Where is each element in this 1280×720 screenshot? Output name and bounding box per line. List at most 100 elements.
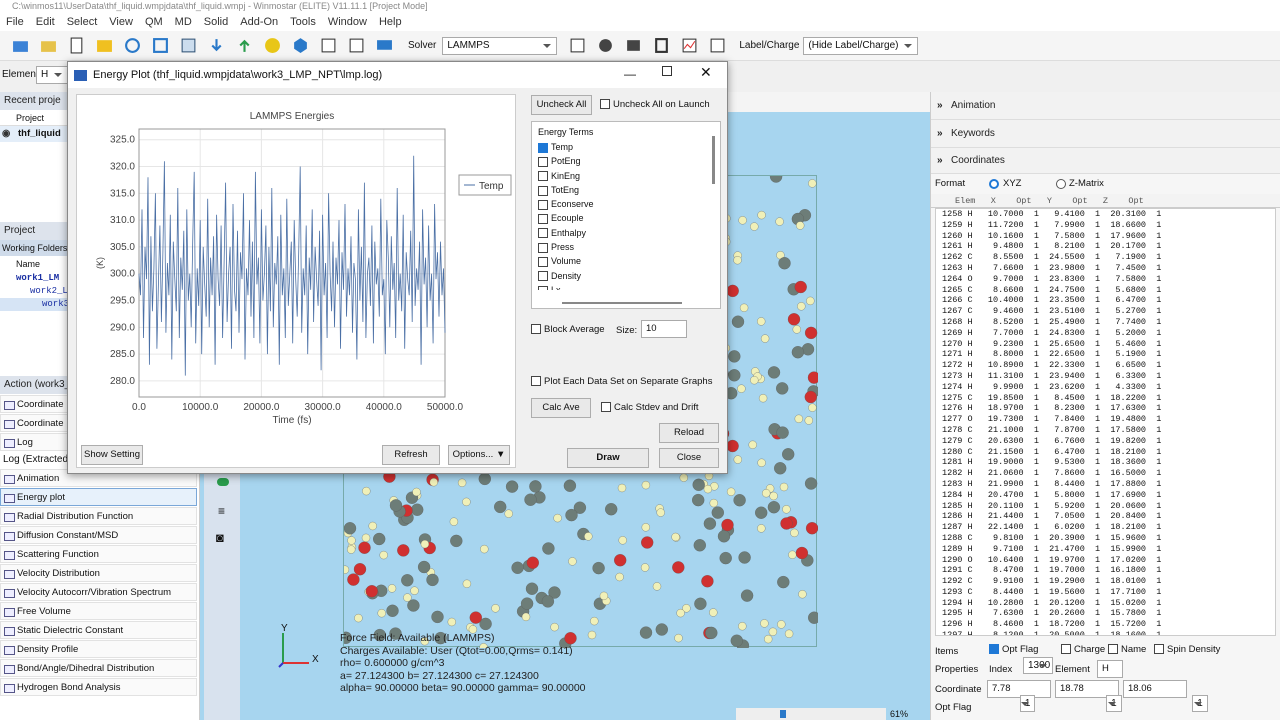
coord-row[interactable]: 1259 H 11.7200 1 7.9900 1 18.6600 1 bbox=[942, 220, 1275, 231]
coord-row[interactable]: 1280 C 21.1500 1 6.4700 1 18.2100 1 bbox=[942, 447, 1275, 458]
extracted-item[interactable]: Radial Distribution Function bbox=[0, 507, 197, 525]
terms-hscrollbar[interactable] bbox=[562, 302, 682, 304]
film-icon[interactable] bbox=[651, 36, 671, 56]
energy-term-checkbox[interactable] bbox=[538, 228, 548, 239]
coord-row[interactable]: 1273 H 11.3100 1 23.9400 1 6.3300 1 bbox=[942, 371, 1275, 382]
menu-qm[interactable]: QM bbox=[139, 16, 169, 28]
coord-row[interactable]: 1292 C 9.9100 1 19.2900 1 18.0100 1 bbox=[942, 576, 1275, 587]
size-input[interactable]: 10 bbox=[641, 320, 687, 338]
align-icon[interactable]: ≡ bbox=[218, 504, 225, 518]
energy-term-checkbox[interactable] bbox=[538, 171, 548, 182]
options-button[interactable]: Options... ▼ bbox=[448, 445, 510, 465]
animation-section[interactable]: Animation bbox=[931, 92, 1280, 120]
calc-stdev-check[interactable]: Calc Stdev and Drift bbox=[601, 402, 698, 413]
menu-view[interactable]: View bbox=[103, 16, 139, 28]
extracted-item[interactable]: Energy plot bbox=[0, 488, 197, 506]
extracted-item[interactable]: Static Dielectric Constant bbox=[0, 621, 197, 639]
coord-row[interactable]: 1279 C 20.6300 1 6.7600 1 19.8200 1 bbox=[942, 436, 1275, 447]
menu-file[interactable]: File bbox=[0, 16, 30, 28]
download-icon[interactable] bbox=[206, 36, 226, 56]
labelcharge-select[interactable]: (Hide Label/Charge) bbox=[803, 36, 919, 55]
coord-row[interactable]: 1260 H 10.1600 1 7.5800 1 17.9600 1 bbox=[942, 231, 1275, 242]
zoom-slider[interactable] bbox=[736, 708, 886, 720]
coordinates-section[interactable]: Coordinates bbox=[931, 148, 1280, 174]
edit-icon[interactable] bbox=[318, 36, 338, 56]
close-button[interactable]: Close bbox=[659, 448, 719, 468]
coord-row[interactable]: 1294 H 10.2800 1 20.1200 1 15.0200 1 bbox=[942, 598, 1275, 609]
coord-row[interactable]: 1296 H 8.4600 1 18.7200 1 15.7200 1 bbox=[942, 619, 1275, 630]
energy-term-item[interactable]: KinEng bbox=[532, 169, 720, 183]
coord-row[interactable]: 1278 C 21.1000 1 7.8700 1 17.5800 1 bbox=[942, 425, 1275, 436]
coord-row[interactable]: 1295 H 7.6300 1 20.2600 1 15.7800 1 bbox=[942, 608, 1275, 619]
name-check[interactable]: Name bbox=[1108, 644, 1146, 655]
zmatrix-radio[interactable] bbox=[1056, 179, 1066, 189]
energy-term-checkbox[interactable] bbox=[538, 185, 548, 196]
element-prop-field[interactable]: H bbox=[1097, 660, 1123, 678]
toggle-icon[interactable] bbox=[217, 478, 229, 486]
keywords-section[interactable]: Keywords bbox=[931, 120, 1280, 148]
coord-row[interactable]: 1266 C 10.4000 1 23.3500 1 6.4700 1 bbox=[942, 295, 1275, 306]
export-icon[interactable] bbox=[150, 36, 170, 56]
minimize-icon[interactable]: — bbox=[624, 67, 636, 81]
back-icon[interactable] bbox=[707, 36, 727, 56]
coord-row[interactable]: 1272 H 10.8900 1 22.3300 1 6.6500 1 bbox=[942, 360, 1275, 371]
check-doc-icon[interactable] bbox=[346, 36, 366, 56]
camera-icon[interactable]: ◙ bbox=[216, 530, 224, 545]
calc-ave-button[interactable]: Calc Ave bbox=[531, 398, 591, 418]
hexagon-icon[interactable] bbox=[290, 36, 310, 56]
extracted-item[interactable]: Diffusion Constant/MSD bbox=[0, 526, 197, 544]
menu-tools[interactable]: Tools bbox=[284, 16, 322, 28]
energy-term-checkbox[interactable] bbox=[538, 271, 548, 282]
menu-edit[interactable]: Edit bbox=[30, 16, 61, 28]
energy-term-checkbox[interactable] bbox=[538, 257, 548, 267]
coord-row[interactable]: 1258 H 10.7000 1 9.4100 1 20.3100 1 bbox=[942, 209, 1275, 220]
menu-window[interactable]: Window bbox=[322, 16, 373, 28]
menu-addon[interactable]: Add-On bbox=[234, 16, 284, 28]
coord-row[interactable]: 1276 H 18.9700 1 8.2300 1 17.6300 1 bbox=[942, 403, 1275, 414]
coord-z-field[interactable]: 18.06 bbox=[1123, 680, 1187, 698]
coord-row[interactable]: 1270 H 9.2300 1 25.6500 1 5.4600 1 bbox=[942, 339, 1275, 350]
xyz-radio[interactable] bbox=[989, 179, 999, 189]
energy-term-checkbox[interactable] bbox=[538, 199, 548, 210]
energy-term-checkbox[interactable] bbox=[538, 214, 548, 225]
folder-icon[interactable] bbox=[38, 36, 58, 56]
energy-term-checkbox[interactable] bbox=[538, 156, 548, 167]
coord-row[interactable]: 1289 H 9.7100 1 21.4700 1 15.9900 1 bbox=[942, 544, 1275, 555]
open-icon[interactable] bbox=[10, 36, 30, 56]
save-icon[interactable] bbox=[94, 36, 114, 56]
energy-term-item[interactable]: Enthalpy bbox=[532, 226, 720, 240]
reload-button[interactable]: Reload bbox=[659, 423, 719, 443]
menu-help[interactable]: Help bbox=[373, 16, 408, 28]
coord-row[interactable]: 1285 H 20.1100 1 5.9200 1 20.0600 1 bbox=[942, 501, 1275, 512]
show-setting-button[interactable]: Show Setting bbox=[81, 445, 143, 465]
coordinates-table[interactable]: 1258 H 10.7000 1 9.4100 1 20.3100 1 1259 … bbox=[935, 208, 1276, 636]
coord-row[interactable]: 1286 H 21.4400 1 7.0500 1 20.8400 1 bbox=[942, 511, 1275, 522]
coord-row[interactable]: 1262 C 8.5500 1 24.5500 1 7.1900 1 bbox=[942, 252, 1275, 263]
coord-row[interactable]: 1281 H 19.9000 1 9.5300 1 18.3600 1 bbox=[942, 457, 1275, 468]
coord-row[interactable]: 1293 C 8.4400 1 19.5600 1 17.7100 1 bbox=[942, 587, 1275, 598]
log-icon[interactable] bbox=[623, 36, 643, 56]
energy-term-item[interactable]: Lx bbox=[532, 283, 720, 290]
solver-select[interactable]: LAMMPS bbox=[442, 36, 558, 55]
optflag-z-select[interactable]: 1 bbox=[1192, 695, 1208, 712]
maximize-icon[interactable] bbox=[662, 66, 672, 76]
zoom-thumb[interactable] bbox=[780, 710, 786, 718]
coord-row[interactable]: 1261 H 9.4800 1 8.2100 1 20.1700 1 bbox=[942, 241, 1275, 252]
optflag-x-select[interactable]: 1 bbox=[1019, 695, 1036, 712]
coord-row[interactable]: 1282 H 21.0600 1 7.8600 1 16.5000 1 bbox=[942, 468, 1275, 479]
extracted-item[interactable]: Hydrogen Bond Analysis bbox=[0, 678, 197, 696]
coord-row[interactable]: 1263 H 7.6600 1 23.9800 1 7.4500 1 bbox=[942, 263, 1275, 274]
coord-row[interactable]: 1288 C 9.8100 1 20.3900 1 15.9600 1 bbox=[942, 533, 1275, 544]
energy-term-checkbox[interactable] bbox=[538, 285, 548, 290]
menu-select[interactable]: Select bbox=[61, 16, 104, 28]
optflag-y-select[interactable]: 1 bbox=[1106, 695, 1122, 712]
spin-density-check[interactable]: Spin Density bbox=[1154, 644, 1220, 655]
refresh-icon[interactable] bbox=[122, 36, 142, 56]
uncheck-all-launch-check[interactable]: Uncheck All on Launch bbox=[600, 99, 710, 110]
energy-term-checkbox[interactable] bbox=[538, 242, 548, 253]
block-average-check[interactable]: Block Average bbox=[531, 324, 605, 335]
coord-row[interactable]: 1283 H 21.9900 1 8.4400 1 17.8800 1 bbox=[942, 479, 1275, 490]
refresh-button[interactable]: Refresh bbox=[382, 445, 440, 465]
coord-row[interactable]: 1268 H 8.5200 1 25.4900 1 7.7400 1 bbox=[942, 317, 1275, 328]
coord-row[interactable]: 1274 H 9.9900 1 23.6200 1 4.3300 1 bbox=[942, 382, 1275, 393]
